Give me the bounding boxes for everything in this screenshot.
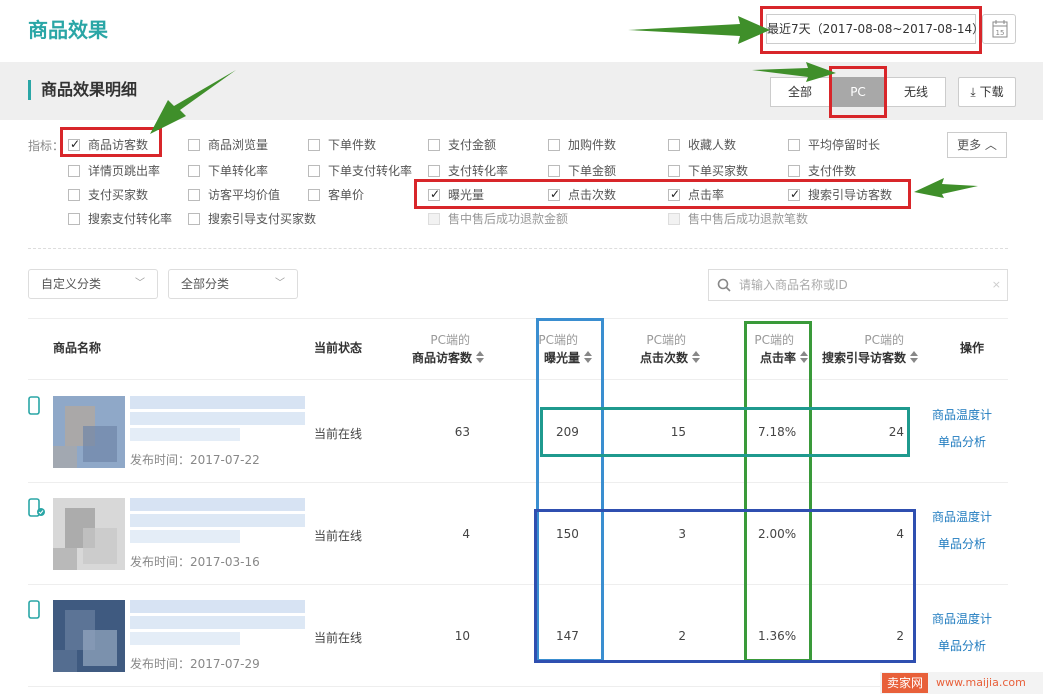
arrow-metrics xyxy=(914,178,978,198)
annotation-arrows xyxy=(150,16,978,198)
arrow-visitors xyxy=(150,70,236,134)
arrow-pc xyxy=(752,62,836,82)
arrow-date xyxy=(628,16,770,44)
watermark-url: www.maijia.com xyxy=(936,676,1026,689)
watermark-logo: 卖家网 xyxy=(882,673,929,693)
